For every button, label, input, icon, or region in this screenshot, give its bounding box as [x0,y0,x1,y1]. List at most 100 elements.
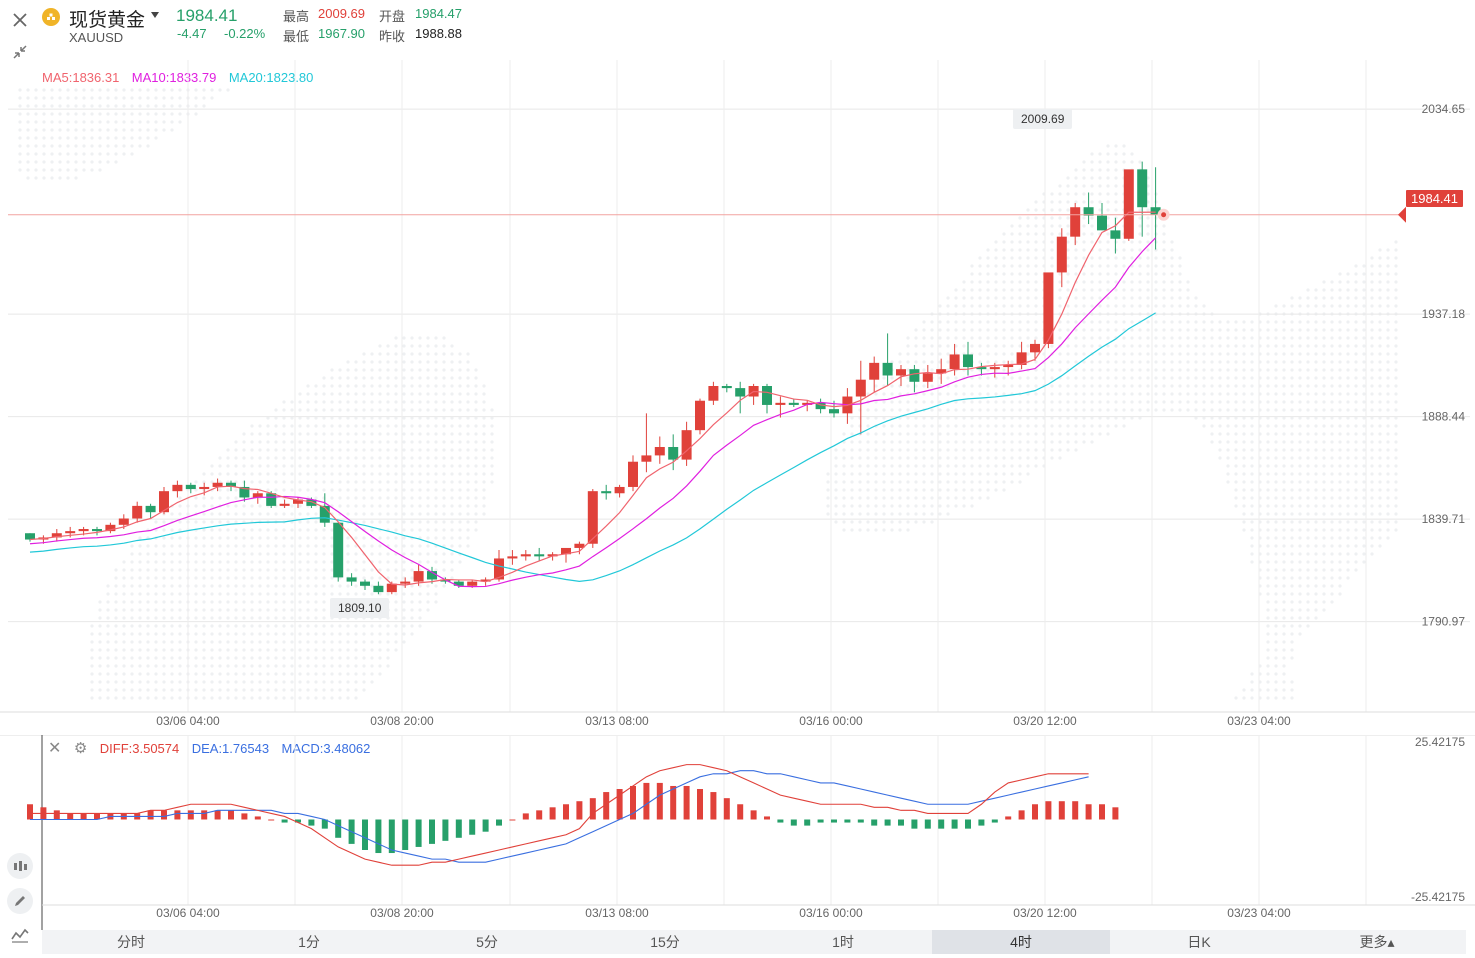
map-dot [218,496,222,500]
map-dot [1362,336,1366,340]
map-dot [1066,288,1070,292]
macd-bar [683,785,690,820]
map-dot [978,392,982,396]
map-dot [306,664,310,668]
map-dot [1034,288,1038,292]
map-dot [346,440,350,444]
map-dot [442,512,446,516]
map-dot [914,504,918,508]
tab-7[interactable]: 更多▴ [1288,930,1466,954]
map-dot [1306,512,1310,516]
map-dot [1002,424,1006,428]
map-dot [938,480,942,484]
map-dot [66,96,70,100]
map-dot [1266,472,1270,476]
candlestick-chart[interactable]: 2034.651937.181888.441839.711790.9703/06… [0,0,1475,735]
map-dot [1242,520,1246,524]
map-dot [90,96,94,100]
map-dot [298,392,302,396]
map-dot [1394,472,1398,476]
map-dot [378,496,382,500]
map-dot [842,520,846,524]
map-dot [122,680,126,684]
map-dot [50,176,54,180]
map-dot [26,168,30,172]
map-dot [386,384,390,388]
tab-5[interactable]: 4时 [932,930,1110,954]
map-dot [1322,520,1326,524]
map-dot [330,528,334,532]
map-dot [1370,320,1374,324]
map-dot [378,488,382,492]
map-dot [410,544,414,548]
map-dot [978,424,982,428]
map-dot [986,288,990,292]
map-dot [274,560,278,564]
map-dot [1370,328,1374,332]
map-dot [1058,208,1062,212]
tab-4[interactable]: 1时 [754,930,932,954]
map-dot [306,456,310,460]
map-dot [1034,328,1038,332]
map-dot [242,440,246,444]
map-dot [1026,424,1030,428]
map-dot [450,448,454,452]
map-dot [1386,480,1390,484]
map-dot [890,392,894,396]
map-dot [330,408,334,412]
map-dot [1170,408,1174,412]
map-dot [490,472,494,476]
map-dot [1346,432,1350,436]
map-dot [154,104,158,108]
macd-x-tick-label: 03/13 08:00 [585,906,649,920]
map-dot [842,504,846,508]
macd-bar [576,801,583,820]
map-dot [130,696,134,700]
map-dot [402,552,406,556]
map-dot [178,672,182,676]
map-dot [962,392,966,396]
map-dot [250,576,254,580]
macd-chart[interactable]: 25.42175-25.4217503/06 04:00 03/08 20:00 0… [0,735,1475,930]
map-dot [1186,376,1190,380]
map-dot [1122,144,1126,148]
map-dot [18,136,22,140]
map-dot [290,456,294,460]
map-dot [1386,368,1390,372]
map-dot [114,152,118,156]
map-dot [1178,256,1182,260]
macd-x-tick-label: 03/06 04:00 [156,906,220,920]
map-dot [282,648,286,652]
map-dot [362,648,366,652]
map-dot [1250,544,1254,548]
tab-1[interactable]: 1分 [220,930,398,954]
candle-body [869,362,880,380]
tab-0[interactable]: 分时 [42,930,220,954]
map-dot [1226,432,1230,436]
map-dot [450,440,454,444]
map-dot [410,488,414,492]
map-dot [218,632,222,636]
map-dot [386,368,390,372]
map-dot [138,680,142,684]
tab-3[interactable]: 15分 [576,930,754,954]
map-dot [50,136,54,140]
map-dot [394,544,398,548]
map-dot [338,432,342,436]
map-dot [1370,280,1374,284]
map-dot [946,328,950,332]
map-dot [1082,272,1086,276]
map-dot [1114,304,1118,308]
tab-2[interactable]: 5分 [398,930,576,954]
map-dot [306,448,310,452]
macd-bar [777,819,784,823]
map-dot [266,696,270,700]
map-dot [394,600,398,604]
map-dot [314,440,318,444]
map-dot [338,640,342,644]
map-dot [322,640,326,644]
tab-6[interactable]: 日K [1110,930,1288,954]
map-dot [1002,472,1006,476]
map-dot [154,128,158,132]
map-dot [1210,376,1214,380]
